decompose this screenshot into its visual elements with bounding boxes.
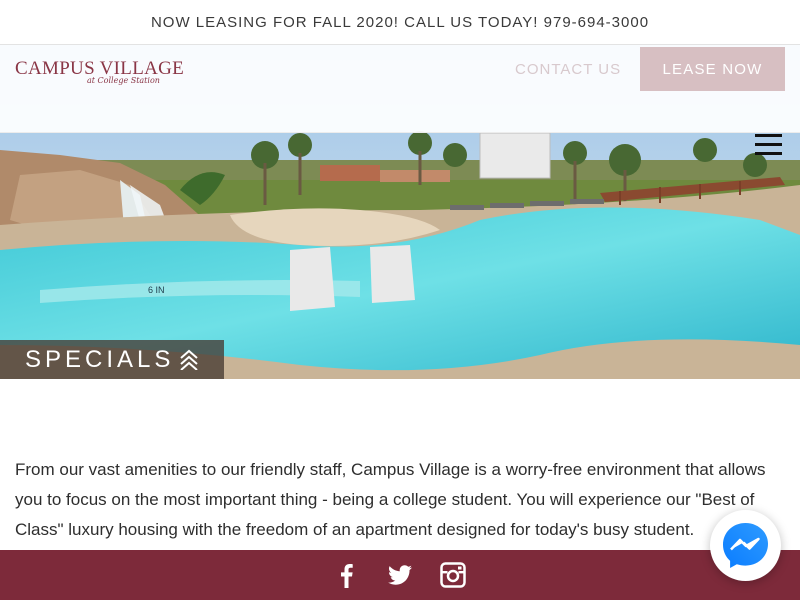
- specials-tab[interactable]: SPECIALS: [0, 340, 224, 379]
- pool-depth-marker: 6 IN: [148, 285, 165, 295]
- intro-paragraph: From our vast amenities to our friendly …: [15, 460, 766, 539]
- messenger-icon: [723, 523, 768, 568]
- announcement-bar: NOW LEASING FOR FALL 2020! CALL US TODAY…: [0, 0, 800, 45]
- menu-icon[interactable]: [755, 134, 782, 156]
- messenger-chat-button[interactable]: [710, 510, 781, 581]
- site-header: CAMPUS VILLAGE at College Station CONTAC…: [0, 45, 800, 133]
- lease-now-button[interactable]: LEASE NOW: [640, 47, 785, 91]
- lease-now-label: LEASE NOW: [662, 60, 763, 78]
- logo-tagline: at College Station: [87, 76, 160, 85]
- social-bar: [0, 550, 800, 600]
- facebook-icon[interactable]: [334, 562, 360, 588]
- announcement-text: NOW LEASING FOR FALL 2020! CALL US TODAY…: [150, 13, 650, 31]
- specials-label: SPECIALS: [25, 346, 175, 373]
- twitter-icon[interactable]: [387, 562, 413, 588]
- double-chevron-up-icon: [180, 349, 198, 370]
- instagram-icon[interactable]: [440, 562, 466, 588]
- contact-us-link[interactable]: CONTACT US: [515, 60, 621, 80]
- campus-village-logo[interactable]: CAMPUS VILLAGE at College Station: [15, 59, 184, 89]
